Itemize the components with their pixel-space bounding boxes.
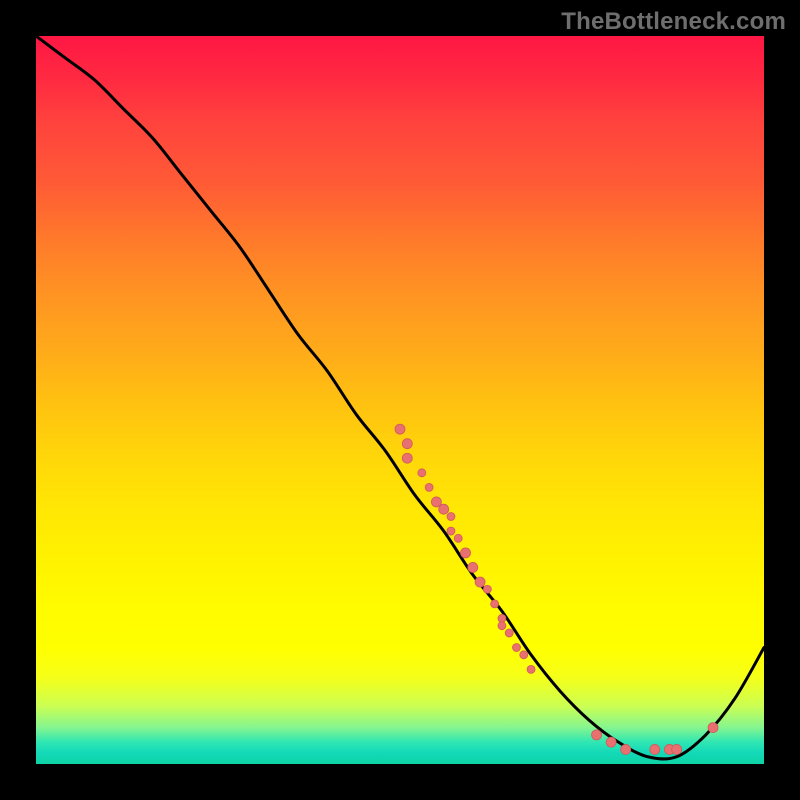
watermark-text: TheBottleneck.com — [561, 8, 786, 36]
chart-stage: TheBottleneck.com — [0, 0, 800, 800]
gradient-background — [36, 36, 764, 764]
plot-area — [36, 36, 764, 764]
